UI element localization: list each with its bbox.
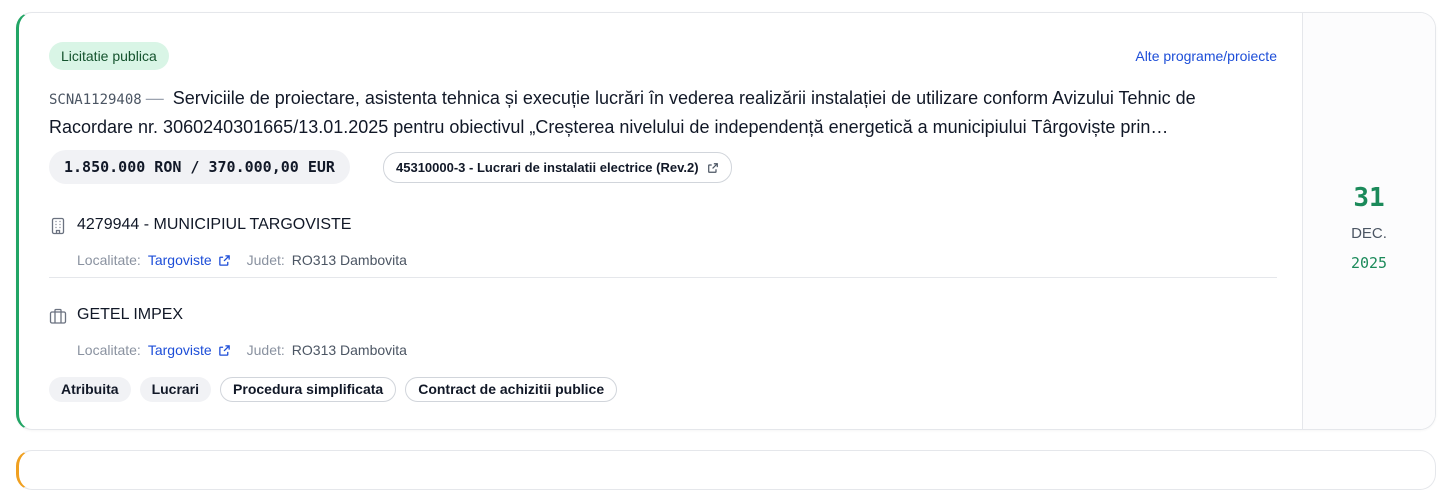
tag-procedure: Procedura simplificata: [220, 377, 397, 402]
authority-county: RO313 Dambovita: [291, 252, 407, 268]
external-link-icon: [707, 162, 718, 173]
cpv-code-pill[interactable]: 45310000-3 - Lucrari de instalatii elect…: [383, 152, 732, 183]
date-month: DEC.: [1351, 224, 1387, 242]
notice-code: SCNA1129408: [49, 92, 142, 108]
external-link-icon[interactable]: [218, 254, 231, 267]
deadline-date: 31 DEC. 2025: [1302, 13, 1435, 429]
notice-card[interactable]: Licitatie publica Alte programe/proiecte…: [16, 12, 1436, 430]
entity-divider: [49, 277, 1277, 278]
date-year: 2025: [1350, 253, 1388, 272]
winner-county: RO313 Dambovita: [291, 342, 407, 358]
tag-status: Atribuita: [49, 377, 131, 402]
briefcase-icon: [49, 308, 67, 324]
title-separator: —: [145, 88, 164, 108]
authority-name: 4279944 - MUNICIPIUL TARGOVISTE: [77, 216, 352, 233]
cpv-code-label: 45310000-3 - Lucrari de instalatii elect…: [396, 160, 699, 175]
date-day: 31: [1353, 182, 1385, 213]
notice-main: Licitatie publica Alte programe/proiecte…: [49, 13, 1277, 429]
authority-locality-link[interactable]: Targoviste: [148, 252, 212, 268]
winner-meta: Localitate: Targoviste Judet: RO313 Damb…: [77, 342, 407, 358]
winner-locality-label: Localitate:: [77, 342, 141, 358]
tag-contract-type: Contract de achizitii publice: [405, 377, 618, 402]
winner-county-label: Judet:: [246, 342, 285, 358]
procedure-type-badge: Licitatie publica: [49, 42, 169, 70]
authority-meta: Localitate: Targoviste Judet: RO313 Damb…: [77, 252, 407, 268]
next-notice-card[interactable]: [16, 450, 1436, 490]
winner-locality-link[interactable]: Targoviste: [148, 342, 212, 358]
notice-title[interactable]: SCNA1129408— Serviciile de proiectare, a…: [49, 85, 1274, 141]
estimated-value-pill: 1.850.000 RON / 370.000,00 EUR: [49, 150, 350, 184]
authority-locality-label: Localitate:: [77, 252, 141, 268]
tag-category: Lucrari: [139, 377, 212, 402]
other-programs-link[interactable]: Alte programe/proiecte: [1135, 48, 1277, 64]
notice-title-text: Serviciile de proiectare, asistenta tehn…: [49, 88, 1196, 137]
authority-county-label: Judet:: [246, 252, 285, 268]
status-tags: Atribuita Lucrari Procedura simplificata…: [49, 377, 618, 402]
building-icon: [51, 217, 65, 235]
external-link-icon[interactable]: [218, 344, 231, 357]
winner-name: GETEL IMPEX: [77, 306, 184, 323]
